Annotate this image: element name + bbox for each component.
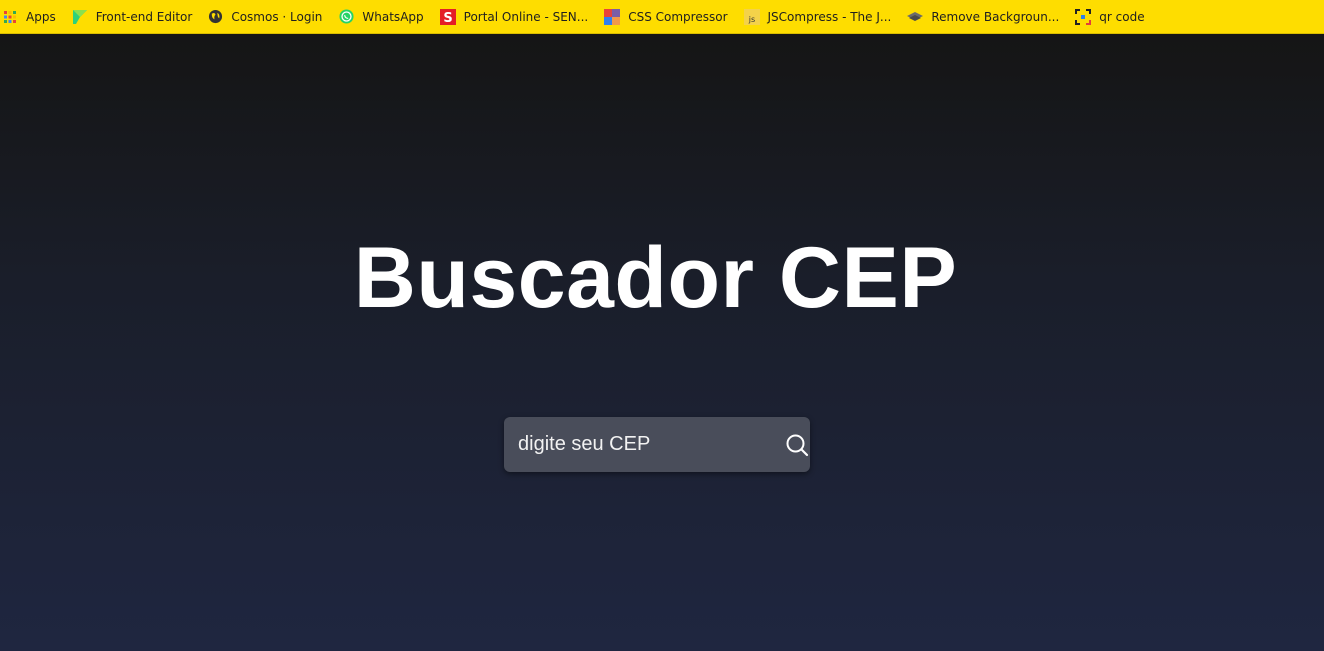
bookmark-whatsapp[interactable]: WhatsApp (338, 4, 430, 30)
bookmark-label: Remove Backgroun... (931, 9, 1060, 24)
bookmark-label: JSCompress - The J... (767, 9, 892, 24)
whatsapp-icon (338, 9, 354, 25)
search-button[interactable] (783, 417, 810, 472)
bookmark-label: Cosmos · Login (231, 9, 323, 24)
css-compressor-icon (604, 8, 621, 25)
bookmark-label: Apps (26, 9, 56, 24)
bookmark-label: WhatsApp (362, 9, 424, 24)
bookmark-cosmos-login[interactable]: Cosmos · Login (207, 4, 329, 30)
js-icon: js (743, 8, 760, 25)
frontend-editor-icon (72, 9, 88, 25)
page-title: Buscador CEP (353, 230, 958, 326)
bookmark-label: CSS Compressor (628, 9, 728, 24)
svg-text:js: js (747, 15, 754, 24)
svg-text:S: S (443, 11, 452, 25)
search-box (504, 417, 810, 472)
globe-icon (207, 9, 223, 25)
search-icon (786, 434, 808, 456)
bookmark-portal-online[interactable]: S Portal Online - SEN... (439, 4, 596, 30)
page-content: Buscador CEP (0, 34, 1324, 651)
bookmark-qr-code[interactable]: qr code (1075, 4, 1151, 30)
bookmark-label: Portal Online - SEN... (463, 9, 589, 24)
apps-grid-icon (2, 9, 18, 25)
bookmark-remove-background[interactable]: Remove Backgroun... (907, 4, 1066, 30)
bookmark-label: qr code (1099, 9, 1145, 24)
bookmark-jscompress[interactable]: js JSCompress - The J... (743, 4, 899, 30)
bookmarks-bar: Apps Front-end Editor Cosmos · Login Wha… (0, 0, 1324, 34)
remove-bg-icon (907, 9, 924, 25)
bookmark-apps[interactable]: Apps (2, 4, 63, 30)
senac-icon: S (439, 8, 456, 25)
bookmark-front-end-editor[interactable]: Front-end Editor (72, 4, 200, 30)
bookmark-css-compressor[interactable]: CSS Compressor (604, 4, 734, 30)
qr-code-icon (1075, 8, 1092, 25)
bookmark-label: Front-end Editor (95, 9, 193, 24)
cep-search-input[interactable] (504, 417, 783, 472)
